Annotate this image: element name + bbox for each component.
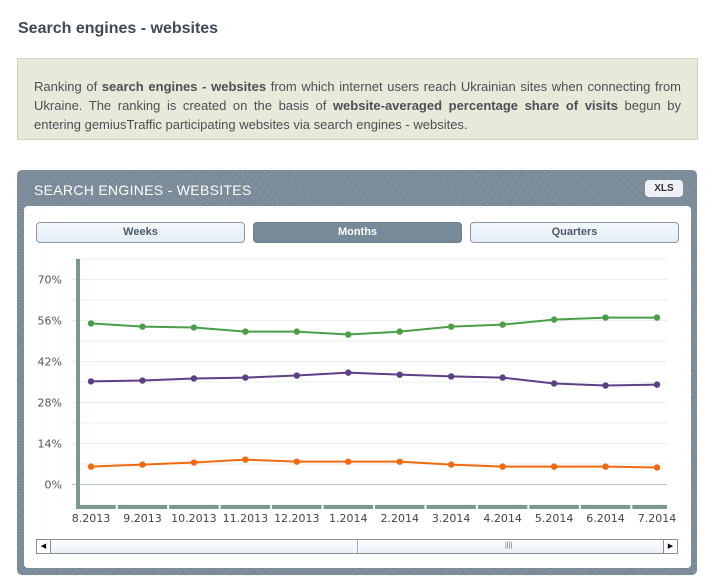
series-green-point [139, 323, 146, 330]
series-purple-line [90, 371, 658, 387]
xls-export-button[interactable]: XLS [645, 180, 683, 197]
page-title: Search engines - websites [18, 20, 219, 37]
series-purple-point [242, 374, 249, 381]
x-axis-segment [78, 505, 116, 509]
series-purple-point [87, 378, 95, 385]
x-axis-segment [220, 505, 271, 509]
description-segment: website-averaged percentage share of vis… [332, 98, 618, 113]
x-axis-segment [323, 505, 373, 509]
x-tick-label: 10.2013 [171, 512, 217, 525]
series-orange-point [293, 458, 301, 465]
x-tick-label: 4.2014 [483, 512, 522, 525]
series-purple-point [447, 373, 455, 380]
x-tick-label: 8.2013 [72, 512, 111, 525]
series-green-point [602, 314, 609, 321]
series-purple-point [345, 369, 352, 376]
series-purple-point [653, 381, 661, 388]
series-purple-point [190, 375, 198, 382]
description-box: Ranking of search engines - websites fro… [17, 58, 698, 140]
x-tick-label: 7.2014 [638, 512, 677, 525]
x-axis-segment [580, 505, 631, 509]
x-tick-label: 11.2013 [223, 512, 269, 525]
series-orange-point [345, 458, 352, 465]
x-tick-label: 6.2014 [586, 512, 625, 525]
x-axis-segment [375, 505, 425, 509]
description-segment: Ranking of [34, 79, 102, 94]
series-green-point [242, 328, 249, 335]
series-orange-point [550, 463, 558, 470]
x-tick-label: 9.2013 [123, 512, 162, 525]
series-green-point [396, 328, 403, 335]
scroll-thumb-grip-icon[interactable]: |||| [505, 542, 512, 549]
series-green-point [447, 323, 455, 330]
series-green-point [293, 328, 301, 335]
y-tick-label: 42% [38, 356, 62, 369]
series-orange-point [653, 464, 661, 471]
series-orange-point [190, 459, 198, 466]
x-axis-segment [529, 505, 579, 509]
y-tick-label: 14% [38, 438, 62, 451]
series-orange-point [139, 461, 146, 468]
x-axis-segment [632, 505, 667, 509]
scroll-track[interactable] [52, 540, 358, 553]
y-tick-label: 56% [38, 315, 62, 328]
x-axis-segment [169, 505, 219, 509]
x-tick-label: 12.2013 [274, 512, 320, 525]
series-green-point [345, 331, 352, 338]
series-orange-point [447, 461, 455, 468]
chart-panel: SEARCH ENGINES - WEBSITES XLS Weeks Mont… [17, 170, 697, 575]
x-axis-segment [117, 505, 168, 509]
series-purple-point [602, 382, 609, 389]
line-chart: 0% 14% 28% 42% 56% 70% 8.2013 9.2013 10.2013 11.2… [38, 258, 677, 525]
x-axis-segment [426, 505, 476, 509]
panel-title: SEARCH ENGINES - WEBSITES [34, 182, 252, 198]
series-purple-point [396, 371, 403, 378]
series-orange-point [499, 463, 506, 470]
series-green-point [550, 316, 558, 323]
description-text: Ranking of search engines - websites fro… [34, 77, 681, 134]
series-orange-point [602, 463, 609, 470]
series-purple-point [293, 372, 301, 379]
series-green-point [190, 324, 198, 331]
series-purple-point [499, 374, 506, 381]
chart-container: Weeks Months Quarters 0% 14% 28% 42% 56% 70% 8… [24, 206, 691, 568]
series-green-point [653, 314, 661, 321]
horizontal-scrollbar[interactable]: ◀ |||| ▶ [36, 539, 678, 554]
series-orange-point [396, 458, 403, 465]
series-purple-point [550, 380, 558, 387]
y-tick-label: 70% [38, 274, 62, 287]
scroll-left-icon[interactable]: ◀ [37, 540, 51, 553]
y-tick-label: 0% [45, 479, 62, 492]
scroll-right-icon[interactable]: ▶ [663, 540, 677, 553]
series-green-point [499, 321, 506, 328]
series-purple-point [139, 377, 146, 384]
description-segment: search engines - websites [101, 79, 267, 94]
y-axis-bar [76, 259, 80, 509]
series-orange-point [87, 463, 95, 470]
y-tick-label: 28% [38, 397, 62, 410]
x-axis-segment [477, 505, 528, 509]
x-tick-label: 5.2014 [535, 512, 574, 525]
x-tick-label: 3.2014 [432, 512, 471, 525]
series-green-point [87, 320, 95, 327]
x-axis-segment [272, 505, 322, 509]
x-tick-label: 1.2014 [329, 512, 368, 525]
series-orange-point [242, 456, 249, 463]
x-tick-label: 2.2014 [380, 512, 419, 525]
